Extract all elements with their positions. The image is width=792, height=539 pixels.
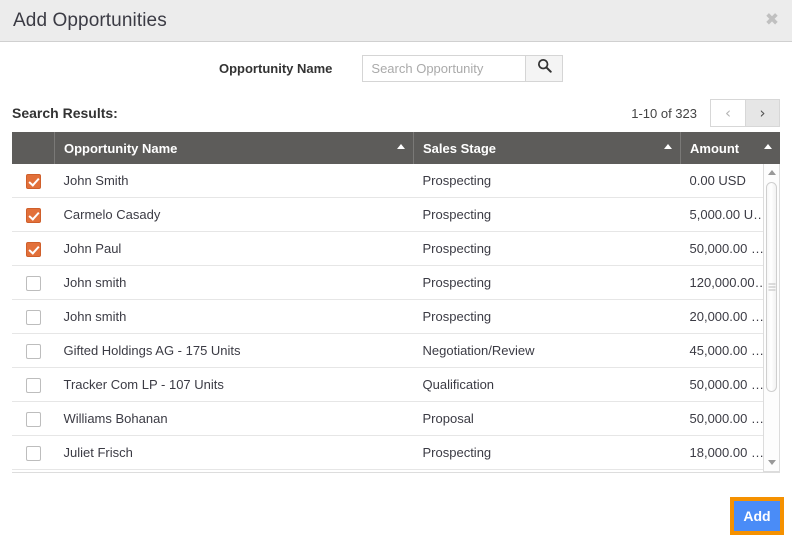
sort-ascending-icon (664, 144, 672, 149)
row-checkbox[interactable] (25, 377, 41, 393)
cell-opportunity-name: John Paul (54, 231, 414, 266)
cell-sales-stage: Prospecting (413, 197, 681, 232)
search-button[interactable] (525, 54, 564, 82)
cell-sales-stage: Prospecting (413, 299, 681, 334)
results-table: Opportunity Name Sales Stage Amount John… (12, 132, 780, 470)
cell-sales-stage: Negotiation/Review (413, 333, 681, 368)
chevron-left-icon: ‹ (725, 104, 731, 122)
column-header-opportunity-name[interactable]: Opportunity Name (54, 132, 414, 164)
close-icon[interactable]: ✖ (763, 11, 781, 29)
row-checkbox[interactable] (25, 411, 41, 427)
table-row[interactable]: John Smith Prospecting 0.00 USD (12, 164, 780, 198)
next-page-button[interactable]: › (745, 99, 780, 127)
cell-opportunity-name: John smith (54, 265, 414, 300)
chevron-right-icon: › (759, 104, 766, 122)
row-checkbox-checked[interactable] (25, 173, 41, 189)
cell-opportunity-name: Tracker Com LP - 107 Units (54, 367, 414, 402)
column-label-opportunity-name: Opportunity Name (64, 140, 178, 156)
previous-page-button[interactable]: ‹ (710, 99, 745, 127)
cell-sales-stage: Proposal (413, 401, 681, 436)
table-body: John Smith Prospecting 0.00 USD Carmelo Cas… (12, 164, 780, 470)
scroll-down-button[interactable] (764, 455, 779, 470)
cell-opportunity-name: Carmelo Casady (54, 197, 414, 232)
table-row[interactable]: John smith Prospecting 20,000.00 USD (12, 299, 780, 334)
table-head: Opportunity Name Sales Stage Amount (12, 132, 780, 164)
row-select-cell[interactable] (12, 265, 55, 300)
table-scrollbar[interactable] (763, 164, 780, 472)
column-label-sales-stage: Sales Stage (423, 140, 496, 156)
search-icon (537, 58, 552, 78)
cell-opportunity-name: Williams Bohanan (54, 401, 414, 436)
search-input[interactable] (362, 54, 526, 82)
row-select-cell[interactable] (12, 401, 55, 436)
row-checkbox[interactable] (25, 445, 41, 461)
cell-sales-stage: Prospecting (413, 231, 681, 266)
grip-icon (768, 283, 775, 291)
search-label: Opportunity Name (219, 60, 333, 76)
sort-ascending-icon (397, 144, 405, 149)
column-header-amount[interactable]: Amount (680, 132, 780, 164)
page-title: Add Opportunities (13, 9, 167, 31)
triangle-up-icon (767, 170, 776, 175)
results-table-container: Opportunity Name Sales Stage Amount John… (12, 132, 780, 473)
table-header-row: Opportunity Name Sales Stage Amount (12, 132, 780, 164)
row-select-cell[interactable] (12, 367, 55, 402)
pagination-count: 1-10 of 323 (631, 105, 697, 121)
column-label-amount: Amount (690, 140, 740, 156)
cell-sales-stage: Prospecting (413, 164, 681, 198)
column-header-sales-stage[interactable]: Sales Stage (413, 132, 681, 164)
row-select-cell[interactable] (12, 164, 55, 198)
table-row[interactable]: Gifted Holdings AG - 175 Units Negotiatio… (12, 333, 780, 368)
row-checkbox[interactable] (25, 309, 41, 325)
cell-sales-stage: Prospecting (413, 435, 681, 470)
row-checkbox-checked[interactable] (25, 241, 41, 257)
cell-opportunity-name: John smith (54, 299, 414, 334)
modal-footer: Add (0, 493, 792, 539)
row-checkbox[interactable] (25, 343, 41, 359)
table-row[interactable]: Tracker Com LP - 107 Units Qualification 5… (12, 367, 780, 402)
add-button[interactable]: Add (730, 497, 784, 535)
column-header-select (12, 132, 55, 164)
table-row[interactable]: Williams Bohanan Proposal 50,000.00 USD (12, 401, 780, 436)
search-group (362, 54, 564, 82)
row-select-cell[interactable] (12, 435, 55, 470)
pagination: 1-10 of 323 ‹ › (631, 99, 780, 127)
row-select-cell[interactable] (12, 197, 55, 232)
modal-header: Add Opportunities ✖ (0, 0, 792, 42)
row-select-cell[interactable] (12, 299, 55, 334)
table-row[interactable]: Carmelo Casady Prospecting 5,000.00 USD (12, 197, 780, 232)
row-checkbox[interactable] (25, 275, 41, 291)
table-row[interactable]: John smith Prospecting 120,000.00 USD (12, 265, 780, 300)
cell-sales-stage: Prospecting (413, 265, 681, 300)
table-row[interactable]: Juliet Frisch Prospecting 18,000.00 USD (12, 435, 780, 470)
cell-opportunity-name: Juliet Frisch (54, 435, 414, 470)
sort-ascending-icon (764, 144, 772, 149)
row-select-cell[interactable] (12, 231, 55, 266)
scrollbar-thumb[interactable] (766, 182, 777, 392)
results-bar: Search Results: 1-10 of 323 ‹ › (0, 94, 792, 132)
cell-sales-stage: Qualification (413, 367, 681, 402)
scroll-up-button[interactable] (764, 165, 779, 180)
cell-opportunity-name: John Smith (54, 164, 414, 198)
row-select-cell[interactable] (12, 333, 55, 368)
row-checkbox-checked[interactable] (25, 207, 41, 223)
triangle-down-icon (767, 460, 776, 465)
search-results-label: Search Results: (12, 105, 118, 121)
table-row[interactable]: John Paul Prospecting 50,000.00 USD (12, 231, 780, 266)
search-row: Opportunity Name (0, 42, 792, 94)
cell-opportunity-name: Gifted Holdings AG - 175 Units (54, 333, 414, 368)
